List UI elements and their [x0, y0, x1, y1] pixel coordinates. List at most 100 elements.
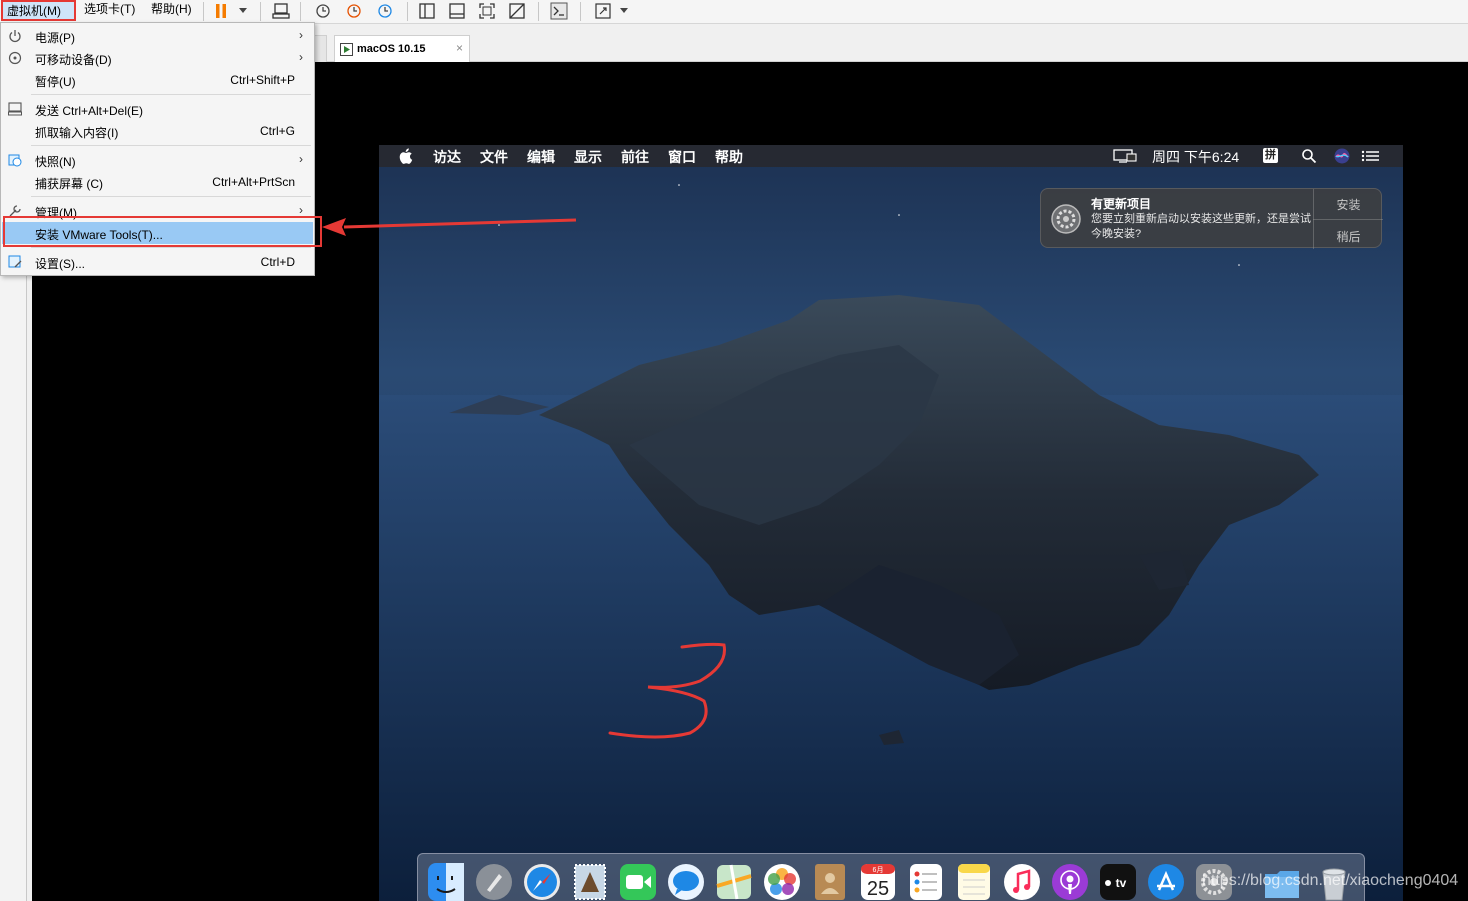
mac-menu-view[interactable]: 显示	[574, 147, 602, 167]
fullscreen-icon[interactable]	[477, 2, 497, 20]
calendar-day-label: 25	[867, 878, 889, 900]
menu-item-capture-screen[interactable]: 捕获屏幕 (C) Ctrl+Alt+PrtScn	[2, 171, 313, 193]
podcasts-icon[interactable]	[1051, 862, 1089, 901]
menu-item-shortcut: Ctrl+Alt+PrtScn	[212, 175, 295, 189]
snapshot-icon[interactable]	[313, 2, 333, 20]
toolbar-separator	[260, 2, 261, 21]
snapshot-icon	[8, 154, 22, 167]
sidebar-view-icon[interactable]	[417, 2, 437, 20]
menu-vm[interactable]: 虚拟机(M)	[1, 0, 76, 21]
siri-icon[interactable]	[1334, 148, 1350, 164]
pause-dropdown-icon[interactable]	[239, 8, 247, 13]
menu-item-label: 电源(P)	[35, 31, 75, 45]
menu-item-snapshot[interactable]: 快照(N) ›	[2, 149, 313, 171]
thumbnail-view-icon[interactable]	[447, 2, 467, 20]
highlight-box	[3, 216, 322, 247]
music-icon[interactable]	[1003, 862, 1041, 901]
chevron-right-icon: ›	[299, 152, 303, 166]
menu-item-settings[interactable]: 设置(S)... Ctrl+D	[2, 251, 313, 273]
launchpad-icon[interactable]	[475, 862, 513, 901]
pointer-arrow	[322, 218, 577, 236]
vmware-menubar: 虚拟机(M) 选项卡(T) 帮助(H)	[0, 0, 1468, 24]
chevron-right-icon: ›	[299, 203, 303, 217]
pause-icon[interactable]	[211, 2, 231, 20]
mac-menu-finder[interactable]: 访达	[433, 147, 461, 167]
menu-item-send-ctrl-alt-del[interactable]: 发送 Ctrl+Alt+Del(E)	[2, 98, 313, 120]
send-keys-icon	[8, 102, 22, 116]
notification-title: 有更新项目	[1091, 197, 1152, 211]
menubar-clock[interactable]: 周四 下午6:24	[1152, 147, 1239, 167]
notes-icon[interactable]	[955, 862, 993, 901]
mac-menu-window[interactable]: 窗口	[668, 147, 696, 167]
display-mirror-icon[interactable]	[1113, 148, 1137, 164]
facetime-icon[interactable]	[619, 862, 657, 901]
toolbar-separator	[407, 2, 408, 21]
menu-item-pause[interactable]: 暂停(U) Ctrl+Shift+P	[2, 69, 313, 91]
safari-icon[interactable]	[523, 862, 561, 901]
send-ctrl-alt-del-icon[interactable]	[271, 2, 291, 20]
menu-item-shortcut: Ctrl+Shift+P	[230, 73, 295, 87]
messages-icon[interactable]	[667, 862, 705, 901]
reminders-icon[interactable]	[907, 862, 945, 901]
calendar-icon[interactable]: 6月 25	[859, 862, 897, 901]
stretch-view-icon[interactable]	[593, 2, 613, 20]
menu-item-shortcut: Ctrl+G	[259, 124, 295, 138]
update-notification: 有更新项目 您要立刻重新启动以安装这些更新，还是尝试今晚安装? 安装 稍后	[1040, 188, 1383, 249]
console-view-icon[interactable]	[549, 2, 569, 20]
menu-separator	[31, 94, 311, 95]
notification-center-icon[interactable]	[1361, 148, 1381, 164]
menu-item-label: 可移动设备(D)	[35, 53, 112, 67]
toolbar-separator	[580, 2, 581, 21]
apple-icon[interactable]	[399, 148, 415, 164]
vm-tab-icon	[340, 43, 353, 56]
menu-item-power[interactable]: 电源(P) ›	[2, 25, 313, 47]
watermark: https://blog.csdn.net/xiaocheng0404	[1202, 872, 1459, 889]
tab-home[interactable]	[315, 35, 327, 63]
handwritten-step-annotation: 3	[600, 635, 726, 739]
menu-item-shortcut: Ctrl+D	[260, 255, 295, 269]
mail-stamp-icon[interactable]	[571, 862, 609, 901]
settings-icon	[8, 255, 22, 268]
snapshot-manager-icon[interactable]	[375, 2, 395, 20]
chevron-right-icon: ›	[299, 28, 303, 42]
mac-menu-go[interactable]: 前往	[621, 147, 649, 167]
contacts-icon[interactable]	[811, 862, 849, 901]
macos-menubar: 访达 文件 编辑 显示 前往 窗口 帮助 周四 下午6:24 拼	[379, 145, 1403, 167]
menu-item-removable-devices[interactable]: 可移动设备(D) ›	[2, 47, 313, 69]
later-button[interactable]: 稍后	[1314, 228, 1383, 245]
menu-separator	[31, 196, 311, 197]
menu-help[interactable]: 帮助(H)	[147, 0, 196, 21]
app-store-icon[interactable]	[1147, 862, 1185, 901]
mac-menu-file[interactable]: 文件	[480, 147, 508, 167]
removable-device-icon	[8, 51, 22, 65]
mac-menu-edit[interactable]: 编辑	[527, 147, 555, 167]
toolbar-separator	[203, 2, 204, 21]
menu-item-label: 暂停(U)	[35, 75, 76, 89]
finder-icon[interactable]	[427, 862, 465, 901]
menu-item-label: 快照(N)	[35, 155, 76, 169]
menu-item-label: 抓取输入内容(I)	[35, 126, 119, 140]
maps-icon[interactable]	[715, 862, 753, 901]
step-number: 3	[600, 635, 601, 636]
menu-item-label: 捕获屏幕 (C)	[35, 177, 103, 191]
macos-screen[interactable]: 访达 文件 编辑 显示 前往 窗口 帮助 周四 下午6:24 拼 有更新项目 您…	[379, 145, 1403, 901]
tab-macos[interactable]: macOS 10.15 ×	[334, 35, 470, 63]
menu-separator	[31, 145, 311, 146]
unity-mode-icon[interactable]	[507, 2, 527, 20]
install-button[interactable]: 安装	[1314, 196, 1383, 213]
close-icon[interactable]: ×	[456, 41, 463, 55]
mac-menu-help[interactable]: 帮助	[715, 147, 743, 167]
menu-item-grab-input[interactable]: 抓取输入内容(I) Ctrl+G	[2, 120, 313, 142]
input-method-icon[interactable]: 拼	[1263, 148, 1278, 163]
system-preferences-icon	[1051, 204, 1081, 234]
menu-tabs[interactable]: 选项卡(T)	[80, 0, 139, 21]
toolbar-separator	[538, 2, 539, 21]
menu-item-label: 设置(S)...	[35, 257, 85, 271]
stretch-dropdown-icon[interactable]	[620, 8, 628, 13]
catalina-wallpaper	[379, 184, 1403, 901]
chevron-right-icon: ›	[299, 50, 303, 64]
spotlight-search-icon[interactable]	[1301, 148, 1317, 164]
apple-tv-icon[interactable]: tv	[1099, 862, 1137, 901]
revert-snapshot-icon[interactable]	[344, 2, 364, 20]
photos-icon[interactable]	[763, 862, 801, 901]
